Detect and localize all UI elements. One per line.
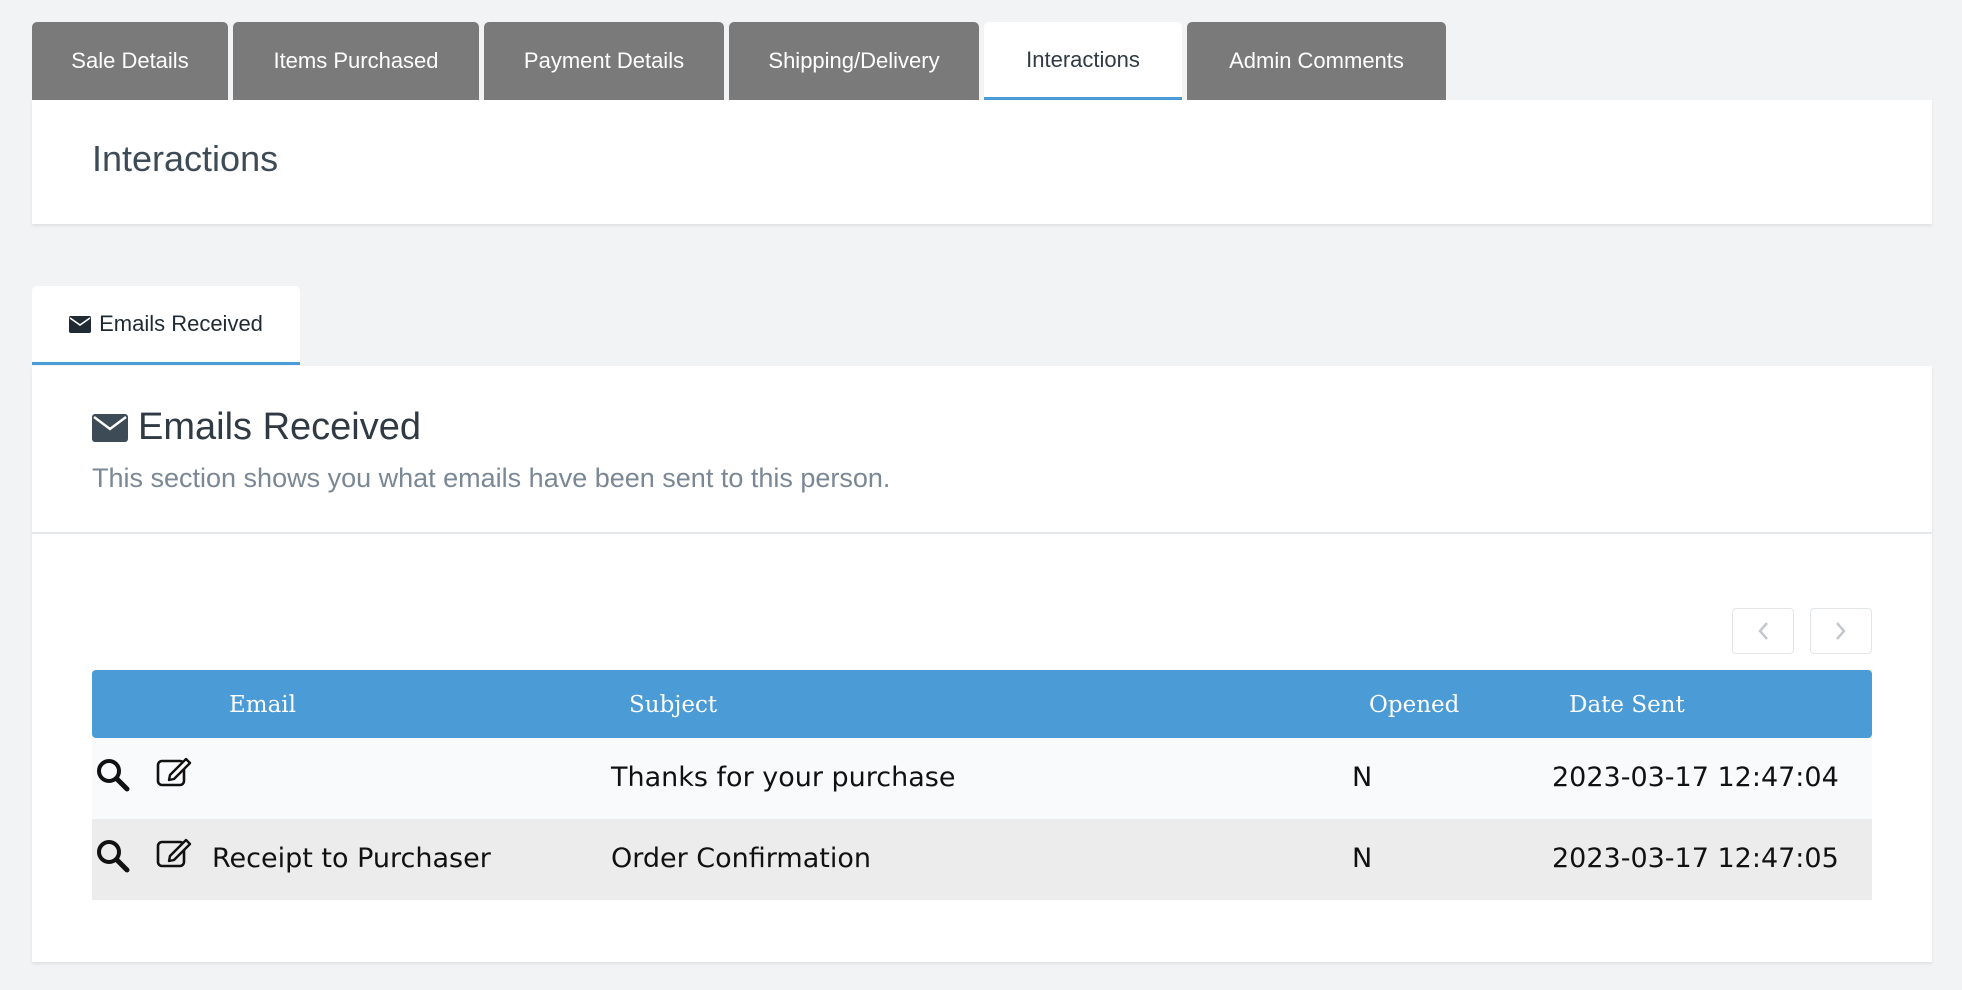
column-header-subject[interactable]: Subject xyxy=(629,692,717,718)
page-title: Interactions xyxy=(92,138,279,179)
tab-interactions[interactable]: Interactions xyxy=(984,22,1182,100)
emails-received-panel: Emails Received This section shows you w… xyxy=(32,366,1932,962)
emails-table: Email Subject Opened Date Sent Thanks fo… xyxy=(92,670,1872,900)
subject-cell: Thanks for your purchase xyxy=(611,762,956,793)
section-description: This section shows you what emails have … xyxy=(92,463,891,493)
section-title-text: Emails Received xyxy=(138,406,421,448)
subtab-emails-received[interactable]: Emails Received xyxy=(32,286,300,365)
subtab-label: Emails Received xyxy=(99,311,263,336)
edit-icon[interactable] xyxy=(156,836,192,870)
table-header: Email Subject Opened Date Sent xyxy=(92,670,1872,738)
column-header-date-sent[interactable]: Date Sent xyxy=(1569,692,1685,718)
chevron-left-icon xyxy=(1758,622,1768,640)
column-header-email[interactable]: Email xyxy=(229,692,296,718)
date-sent-cell: 2023-03-17 12:47:04 xyxy=(1552,762,1839,793)
email-cell: Receipt to Purchaser xyxy=(212,843,491,874)
envelope-icon xyxy=(92,413,128,442)
section-header: Emails Received This section shows you w… xyxy=(92,406,890,494)
envelope-icon xyxy=(69,315,92,333)
tab-shipping-delivery[interactable]: Shipping/Delivery xyxy=(729,22,979,100)
chevron-right-icon xyxy=(1836,622,1846,640)
date-sent-cell: 2023-03-17 12:47:05 xyxy=(1552,843,1839,874)
opened-cell: N xyxy=(1352,843,1373,874)
opened-cell: N xyxy=(1352,762,1373,793)
edit-icon[interactable] xyxy=(156,755,192,789)
tab-items-purchased[interactable]: Items Purchased xyxy=(233,22,479,100)
main-tabbar: Sale Details Items Purchased Payment Det… xyxy=(32,22,1451,100)
divider xyxy=(32,532,1932,534)
next-page-button[interactable] xyxy=(1810,608,1872,654)
column-header-opened[interactable]: Opened xyxy=(1369,692,1459,718)
table-row: Thanks for your purchase N 2023-03-17 12… xyxy=(92,738,1872,819)
subject-cell: Order Confirmation xyxy=(611,843,871,874)
table-row: Receipt to Purchaser Order Confirmation … xyxy=(92,819,1872,900)
search-icon[interactable] xyxy=(96,758,130,792)
pagination xyxy=(1716,608,1872,654)
previous-page-button[interactable] xyxy=(1732,608,1794,654)
tab-payment-details[interactable]: Payment Details xyxy=(484,22,724,100)
search-icon[interactable] xyxy=(96,839,130,873)
tab-admin-comments[interactable]: Admin Comments xyxy=(1187,22,1446,100)
section-title: Emails Received xyxy=(92,406,890,449)
page-header-card: Interactions xyxy=(32,100,1932,224)
tab-sale-details[interactable]: Sale Details xyxy=(32,22,228,100)
